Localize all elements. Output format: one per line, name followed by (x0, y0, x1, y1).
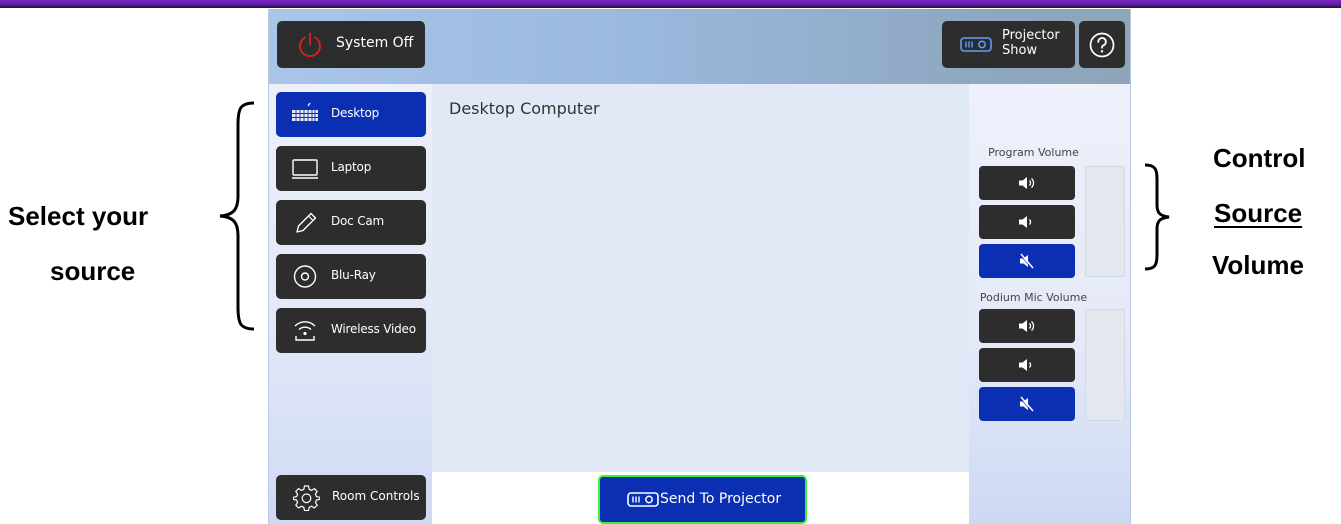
projector-icon (960, 37, 992, 52)
volume-up-icon (1019, 177, 1035, 189)
program-volume-meter (1085, 166, 1125, 277)
room-controls-label: Room Controls (332, 489, 420, 503)
podium-volume-up-button[interactable] (979, 309, 1075, 343)
volume-up-icon (1019, 320, 1035, 332)
annotation-select-your: Select your (8, 201, 149, 231)
annotation-control: Control (1213, 143, 1306, 173)
projector-show-label: Projector Show (1002, 28, 1060, 58)
source-label: Blu-Ray (331, 268, 376, 282)
source-button-blu-ray[interactable]: Blu-Ray (276, 254, 426, 299)
source-label: Desktop (331, 106, 380, 120)
room-controls-button[interactable]: Room Controls (276, 475, 426, 520)
source-button-wireless-video[interactable]: Wireless Video (276, 308, 426, 353)
program-volume-title: Program Volume (988, 146, 1079, 159)
disc-icon (293, 265, 317, 288)
program-volume-mute-button[interactable] (979, 244, 1075, 278)
podium-mic-volume-title: Podium Mic Volume (979, 291, 1088, 304)
annotation-volume: Volume (1212, 250, 1304, 280)
help-button[interactable] (1079, 21, 1125, 68)
pencil-icon (296, 212, 317, 233)
mute-icon (1019, 396, 1034, 412)
source-label: Laptop (331, 160, 372, 174)
program-volume-down-button[interactable] (979, 205, 1075, 239)
question-mark-icon (1089, 32, 1115, 57)
source-sidebar: Desktop Laptop Doc Cam Blu-Ray Wireless … (269, 84, 432, 524)
source-preview-area: Desktop Computer (432, 84, 969, 472)
projector-show-button[interactable]: Projector Show (942, 21, 1075, 68)
mute-icon (1019, 253, 1034, 269)
laptop-icon (292, 159, 318, 179)
volume-down-icon (1019, 216, 1032, 228)
system-off-label: System Off (336, 35, 414, 51)
volume-panel: Program Volume Podium Mic Volume (969, 84, 1130, 524)
podium-volume-meter (1085, 309, 1125, 421)
page: System Off Projector Show Desktop Laptop… (0, 0, 1341, 524)
podium-volume-mute-button[interactable] (979, 387, 1075, 421)
podium-volume-down-button[interactable] (979, 348, 1075, 382)
left-curly-brace (219, 101, 255, 331)
program-volume-up-button[interactable] (979, 166, 1075, 200)
system-off-button[interactable]: System Off (277, 21, 425, 68)
volume-down-icon (1019, 359, 1032, 371)
top-stripe (0, 0, 1341, 8)
source-button-doc-cam[interactable]: Doc Cam (276, 200, 426, 245)
source-button-laptop[interactable]: Laptop (276, 146, 426, 191)
right-curly-brace (1144, 163, 1170, 271)
send-to-projector-label: Send To Projector (660, 491, 782, 507)
source-label: Doc Cam (331, 214, 385, 228)
control-panel: System Off Projector Show Desktop Laptop… (268, 9, 1131, 524)
selected-source-title: Desktop Computer (449, 99, 600, 118)
header-bar: System Off Projector Show (269, 9, 1130, 84)
send-to-projector-button[interactable]: Send To Projector (598, 475, 807, 524)
power-icon (299, 32, 321, 58)
source-button-desktop[interactable]: Desktop (276, 92, 426, 137)
projector-icon (627, 492, 659, 507)
wireless-icon (294, 321, 316, 341)
annotation-source: source (50, 256, 136, 286)
keyboard-icon (292, 102, 318, 121)
annotation-source-underlined: Source (1214, 198, 1303, 228)
gear-icon (293, 485, 320, 511)
source-label: Wireless Video (331, 322, 416, 336)
